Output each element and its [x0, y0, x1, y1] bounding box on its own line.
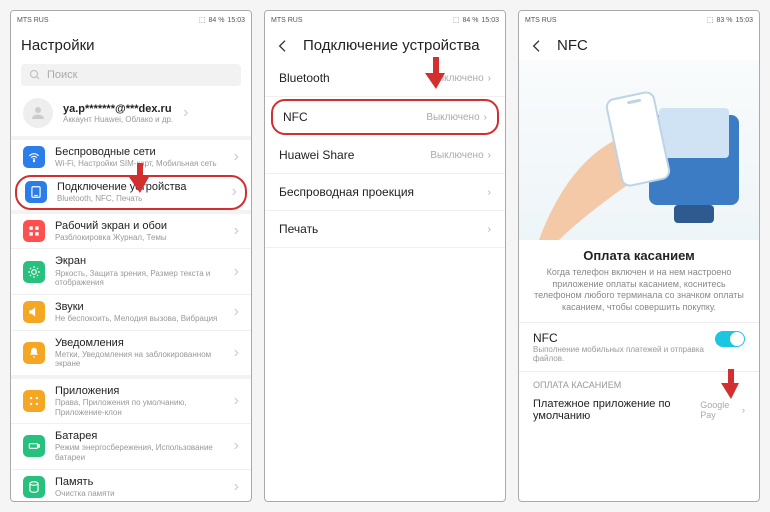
status-bar: MTS RUS ⬚84 %15:03 — [11, 11, 251, 29]
chevron-right-icon: › — [234, 344, 239, 362]
phone-screen-nfc: MTS RUS ⬚83 %15:03 NFC Оплата касанием К… — [518, 10, 760, 502]
chevron-right-icon: › — [234, 222, 239, 240]
row-display[interactable]: ЭкранЯркость, Защита зрения, Размер текс… — [11, 248, 251, 293]
page-title: Подключение устройства — [303, 37, 480, 54]
nfc-illustration — [519, 60, 759, 240]
page-title: NFC — [557, 37, 588, 54]
chevron-right-icon: › — [234, 392, 239, 410]
header: Настройки — [11, 29, 251, 60]
settings-list: Беспроводные сетиWi-Fi, Настройки SIM-ка… — [11, 136, 251, 501]
device-icon — [25, 181, 47, 203]
row-notifications[interactable]: УведомленияМетки, Уведомления на заблоки… — [11, 330, 251, 375]
wifi-icon — [23, 146, 45, 168]
chevron-right-icon: › — [234, 437, 239, 455]
chevron-right-icon: › — [488, 73, 491, 84]
row-nfc[interactable]: NFC Выключено› — [271, 99, 499, 135]
pay-title: Оплата касанием — [519, 240, 759, 267]
chevron-right-icon: › — [488, 224, 491, 235]
home-icon — [23, 220, 45, 242]
status-bar: MTS RUS ⬚84 %15:03 — [265, 11, 505, 29]
phone-screen-device-connection: MTS RUS ⬚84 %15:03 Подключение устройств… — [264, 10, 506, 502]
red-arrow-icon — [425, 57, 447, 89]
account-row[interactable]: ya.p*******@***dex.ru Аккаунт Huawei, Об… — [11, 90, 251, 136]
red-arrow-icon — [129, 163, 151, 193]
display-icon — [23, 261, 45, 283]
sound-icon — [23, 301, 45, 323]
chevron-right-icon: › — [742, 405, 745, 415]
connection-list: Bluetooth Выключено› NFC Выключено› Huaw… — [265, 60, 505, 501]
header: Подключение устройства — [265, 29, 505, 60]
search-icon — [29, 69, 41, 81]
phone-screen-settings: MTS RUS ⬚84 %15:03 Настройки Поиск ya.p*… — [10, 10, 252, 502]
apps-icon — [23, 390, 45, 412]
chevron-right-icon: › — [232, 183, 237, 201]
nfc-toggle[interactable] — [715, 331, 745, 347]
chevron-right-icon: › — [234, 478, 239, 496]
bell-icon — [23, 342, 45, 364]
nfc-toggle-row: NFC Выполнение мобильных платежей и отпр… — [519, 322, 759, 371]
page-title: Настройки — [21, 37, 95, 54]
row-sounds[interactable]: ЗвукиНе беспокоить, Мелодия вызова, Вибр… — [11, 294, 251, 330]
chevron-right-icon: › — [484, 112, 487, 123]
avatar — [23, 98, 53, 128]
search-input[interactable]: Поиск — [21, 64, 241, 86]
row-wireless-projection[interactable]: Беспроводная проекция › — [265, 174, 505, 211]
row-apps[interactable]: ПриложенияПрава, Приложения по умолчанию… — [11, 375, 251, 423]
row-huawei-share[interactable]: Huawei Share Выключено› — [265, 137, 505, 174]
row-bluetooth[interactable]: Bluetooth Выключено› — [265, 60, 505, 97]
chevron-right-icon: › — [234, 148, 239, 166]
storage-icon — [23, 476, 45, 498]
chevron-right-icon: › — [234, 303, 239, 321]
row-home-wallpaper[interactable]: Рабочий экран и обоиРазблокировка Журнал… — [11, 210, 251, 249]
header: NFC — [519, 29, 759, 60]
red-arrow-icon — [721, 369, 741, 399]
chevron-right-icon: › — [488, 150, 491, 161]
back-button[interactable] — [529, 38, 545, 54]
row-print[interactable]: Печать › — [265, 211, 505, 248]
chevron-right-icon: › — [183, 104, 188, 122]
battery-icon — [23, 435, 45, 457]
status-bar: MTS RUS ⬚83 %15:03 — [519, 11, 759, 29]
pay-description: Когда телефон включен и на нем настроено… — [519, 267, 759, 322]
chevron-right-icon: › — [234, 263, 239, 281]
row-storage[interactable]: ПамятьОчистка памяти › — [11, 469, 251, 501]
chevron-right-icon: › — [488, 187, 491, 198]
row-battery[interactable]: БатареяРежим энергосбережения, Использов… — [11, 423, 251, 468]
back-button[interactable] — [275, 38, 291, 54]
